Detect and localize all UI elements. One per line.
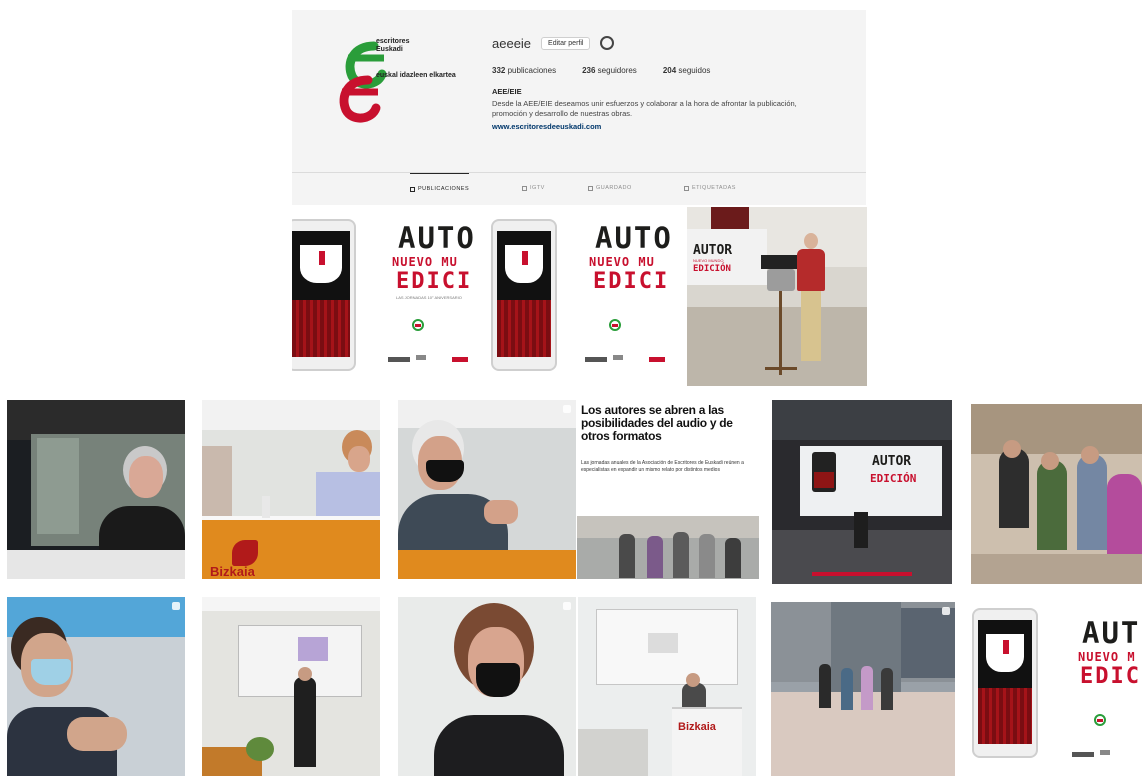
- post-poster-3[interactable]: AUT NUEVO M EDICI: [968, 602, 1142, 776]
- poster-small-text: LAS JORNADAS 10° ANIVERSARIO: [396, 295, 462, 300]
- multiple-posts-icon: [563, 602, 571, 610]
- edit-profile-button[interactable]: Editar perfil: [541, 36, 591, 50]
- screen-text-autor: AUTOR: [872, 454, 912, 469]
- slide-text-edicion: EDICIÓN: [693, 264, 731, 274]
- poster-title-2: EDICI: [593, 269, 670, 294]
- profile-info: aeeeie Editar perfil 332 publicaciones 2…: [492, 34, 852, 132]
- multiple-posts-icon: [563, 405, 571, 413]
- profile-header: escritores Euskadi euskal idazleen elkar…: [292, 10, 866, 205]
- bio-name: AEE/EIE: [492, 87, 522, 96]
- tab-etiquetadas[interactable]: ETIQUETADAS: [684, 185, 736, 191]
- profile-tabs: PUBLICACIONES IGTV GUARDADO ETIQUETADAS: [292, 172, 866, 203]
- phone-graphic: [491, 219, 557, 371]
- post-photo-presentation-room[interactable]: [202, 597, 380, 776]
- screen-text-edicion: EDICIÓN: [870, 472, 917, 485]
- settings-gear-icon[interactable]: [600, 36, 615, 50]
- post-photo-speaker-mask[interactable]: [398, 400, 576, 579]
- bio-text: Desde la AEE/EIE deseamos unir esfuerzos…: [492, 99, 797, 118]
- post-photo-street-group[interactable]: [771, 602, 955, 776]
- news-headline: Los autores se abren a las posibilidades…: [581, 403, 733, 443]
- post-photo-video-call[interactable]: [7, 400, 185, 579]
- username: aeeeie: [492, 35, 532, 51]
- aee-small-logo-icon: [1094, 714, 1106, 726]
- poster-title: AUTO: [398, 221, 476, 255]
- tag-icon: [684, 185, 689, 191]
- poster-subtitle: NUEVO M: [1078, 650, 1136, 664]
- post-news-article[interactable]: Los autores se abren a las posibilidades…: [577, 400, 759, 579]
- posts-count: 332 publicaciones: [492, 66, 557, 75]
- poster-title-2: EDICI: [396, 269, 473, 294]
- multiple-posts-icon: [942, 607, 950, 615]
- poster-title: AUTO: [595, 221, 673, 255]
- news-summary: Las jornadas anuales de la Asociación de…: [581, 460, 744, 473]
- post-photo-group[interactable]: [971, 404, 1142, 584]
- igtv-icon: [522, 185, 527, 191]
- logo-text-bottom: euskal idazleen elkartea: [376, 72, 456, 79]
- tab-igtv[interactable]: IGTV: [522, 185, 545, 191]
- slide-text-nuevo: NUEVO MUNDO: [693, 258, 724, 263]
- poster-subtitle: NUEVO MU: [589, 255, 655, 269]
- poster-title: AUT: [1082, 616, 1141, 650]
- poster-subtitle: NUEVO MU: [392, 255, 458, 269]
- post-photo-speaker-gesture[interactable]: [7, 597, 185, 776]
- aee-small-logo-icon: [412, 319, 424, 331]
- poster-title-2: EDICI: [1080, 664, 1142, 689]
- post-photo-stage-screen[interactable]: AUTOR EDICIÓN: [772, 400, 952, 584]
- profile-stats: 332 publicaciones 236 seguidores 204 seg…: [492, 66, 852, 75]
- post-photo-speaker-slide[interactable]: AUTOR NUEVO MUNDO EDICIÓN: [687, 207, 867, 386]
- phone-graphic: [292, 219, 356, 371]
- aee-small-logo-icon: [609, 319, 621, 331]
- post-photo-podium-bizkaia[interactable]: Bizkaia: [578, 597, 756, 776]
- post-photo-woman-mask[interactable]: [398, 597, 576, 776]
- bizkaia-sign-text: Bizkaia: [210, 564, 255, 579]
- bookmark-icon: [588, 185, 593, 191]
- tab-guardado[interactable]: GUARDADO: [588, 185, 632, 191]
- phone-graphic: [972, 608, 1038, 758]
- multiple-posts-icon: [172, 602, 180, 610]
- post-poster-1[interactable]: AUTO NUEVO MU EDICI LAS JORNADAS 10° ANI…: [292, 207, 489, 386]
- followers-count[interactable]: 236 seguidores: [582, 66, 637, 75]
- podium-bizkaia-text: Bizkaia: [678, 721, 716, 733]
- post-photo-panel-table[interactable]: Bizkaia: [202, 400, 380, 579]
- following-count[interactable]: 204 seguidos: [663, 66, 711, 75]
- grid-icon: [410, 186, 415, 192]
- tab-publicaciones[interactable]: PUBLICACIONES: [410, 173, 470, 192]
- post-poster-2[interactable]: AUTO NUEVO MU EDICI: [489, 207, 686, 386]
- bio-website-link[interactable]: www.escritoresdeeuskadi.com: [492, 122, 852, 131]
- slide-text-autor: AUTOR: [693, 243, 733, 258]
- logo-text-top: escritores Euskadi: [376, 38, 410, 53]
